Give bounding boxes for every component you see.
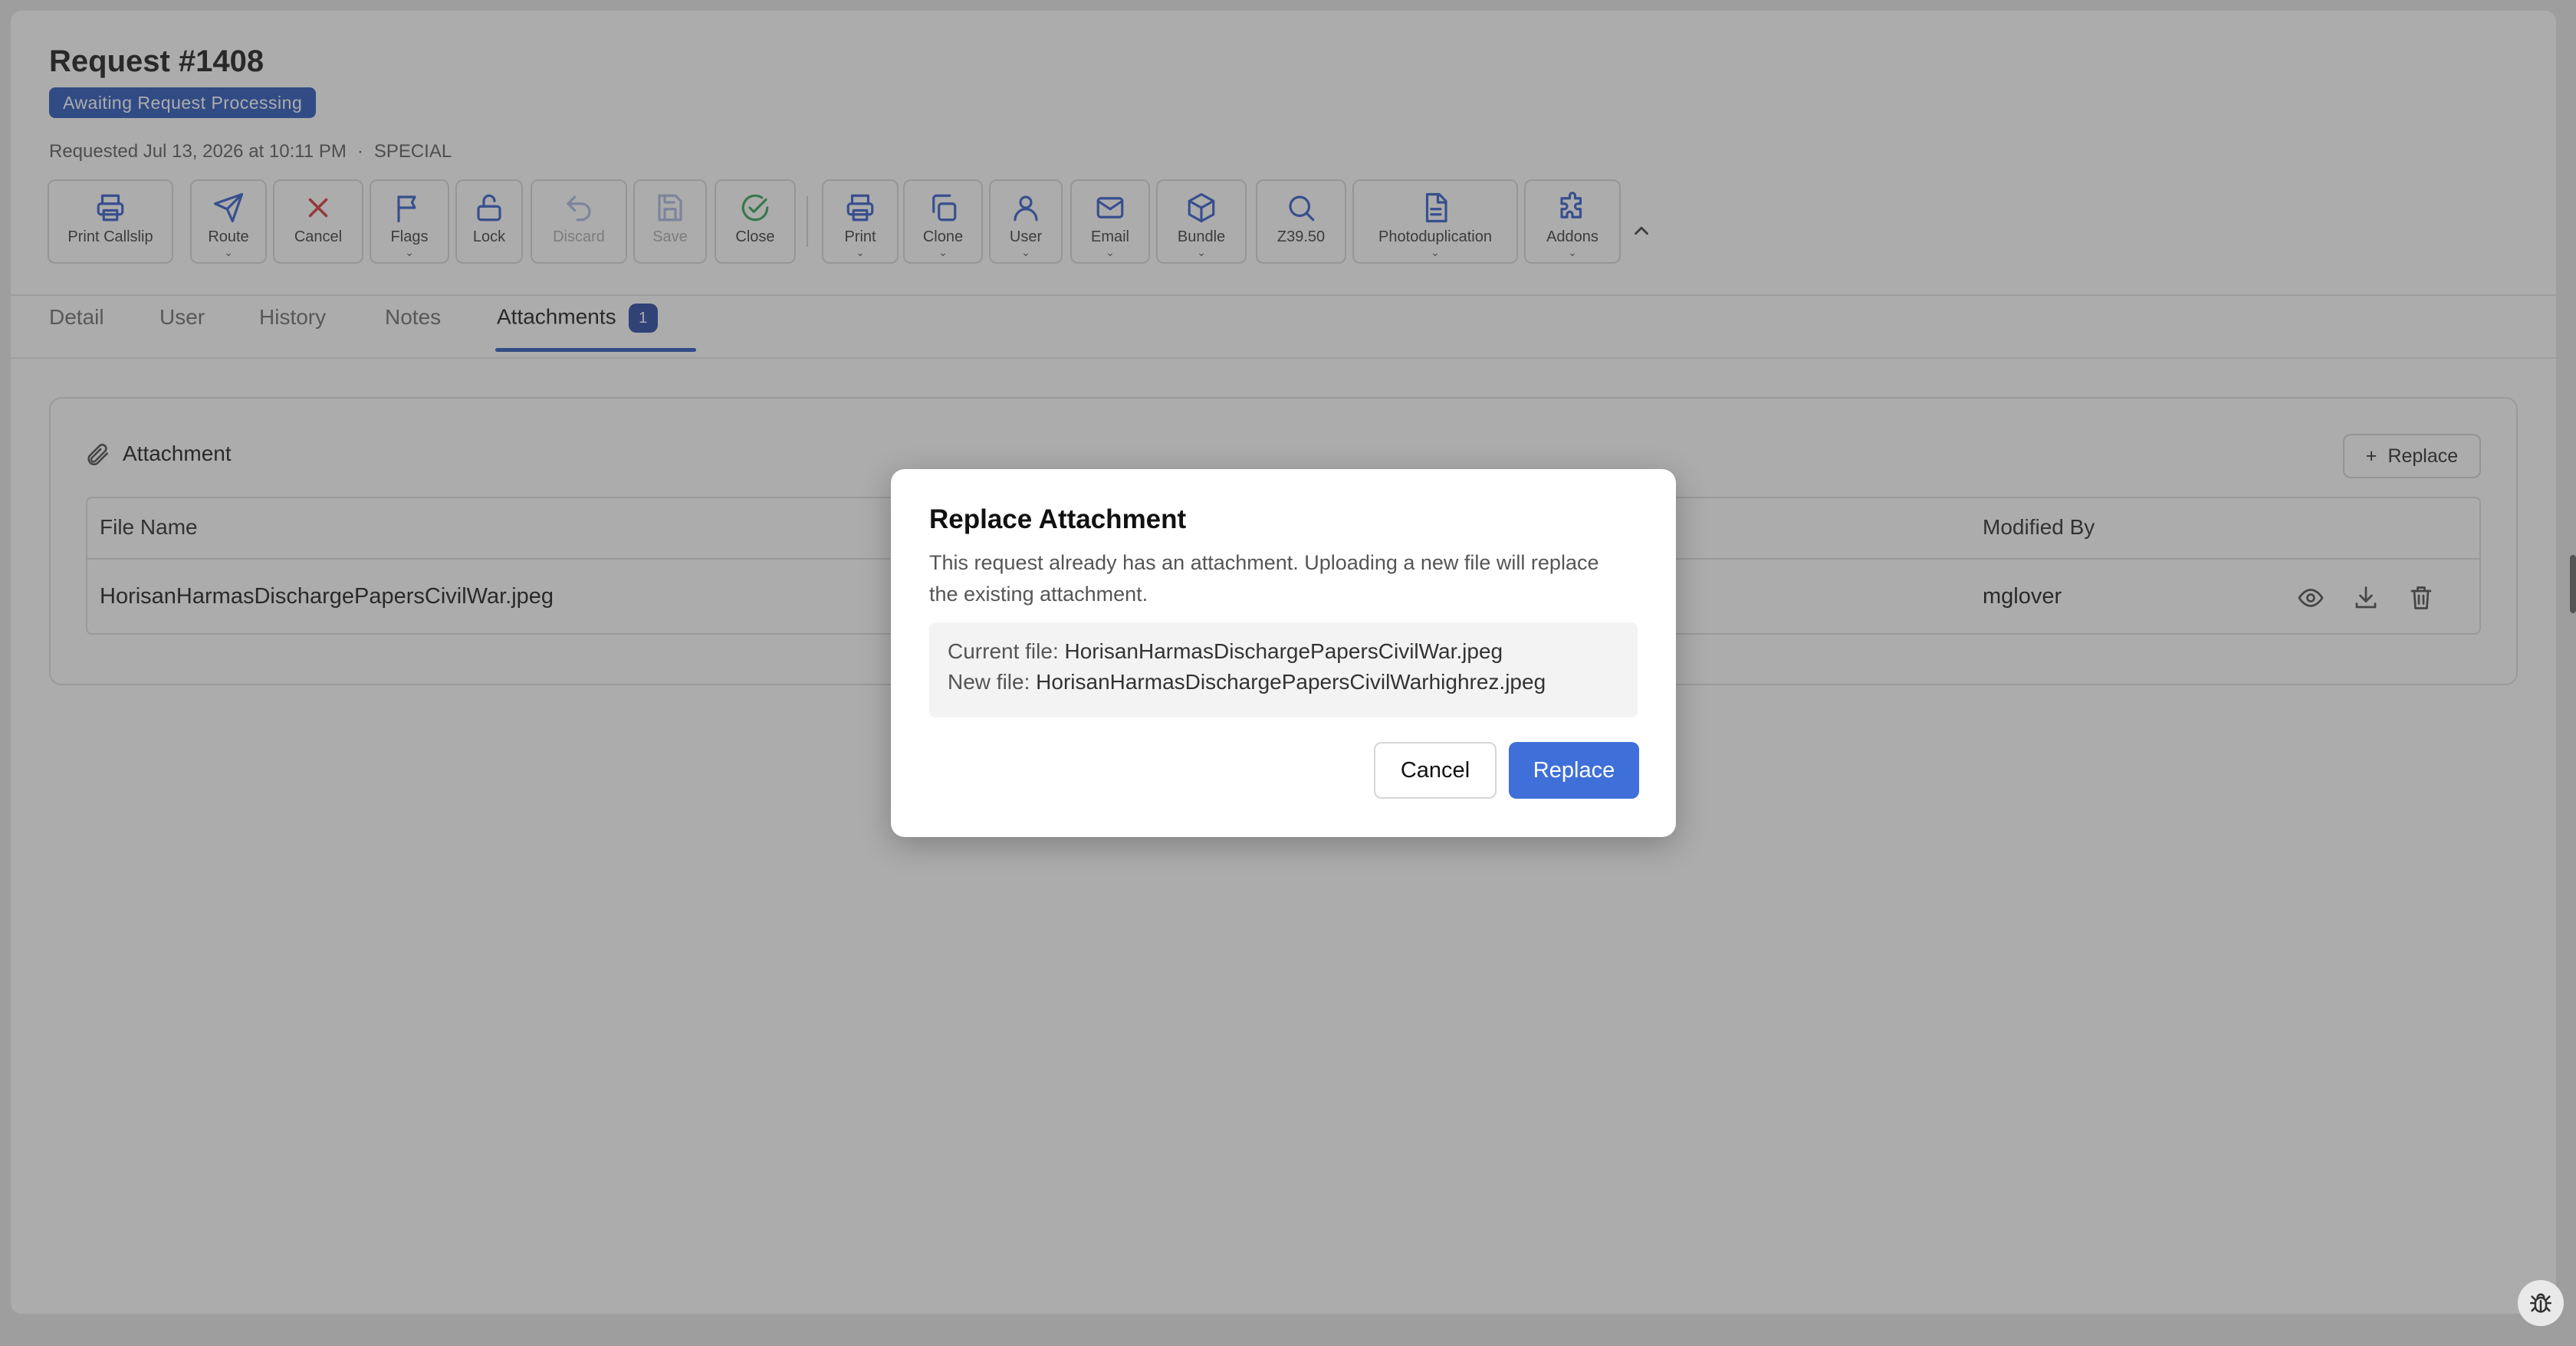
bug-icon (2529, 1293, 2552, 1313)
window-resize-handle[interactable] (2570, 555, 2576, 613)
new-file-name: HorisanHarmasDischargePapersCivilWarhigh… (1036, 670, 1546, 694)
new-file-line: New file: HorisanHarmasDischargePapersCi… (948, 670, 1546, 694)
replace-attachment-dialog: Replace Attachment This request already … (891, 469, 1676, 837)
current-file-label: Current file: (948, 639, 1059, 663)
current-file-name: HorisanHarmasDischargePapersCivilWar.jpe… (1064, 639, 1503, 663)
dialog-replace-button[interactable]: Replace (1509, 742, 1639, 799)
dialog-description: This request already has an attachment. … (929, 551, 1599, 606)
current-file-line: Current file: HorisanHarmasDischargePape… (948, 639, 1503, 664)
debug-button[interactable] (2518, 1280, 2564, 1326)
new-file-label: New file: (948, 670, 1030, 694)
dialog-cancel-button[interactable]: Cancel (1374, 742, 1497, 799)
dialog-title: Replace Attachment (929, 504, 1187, 534)
